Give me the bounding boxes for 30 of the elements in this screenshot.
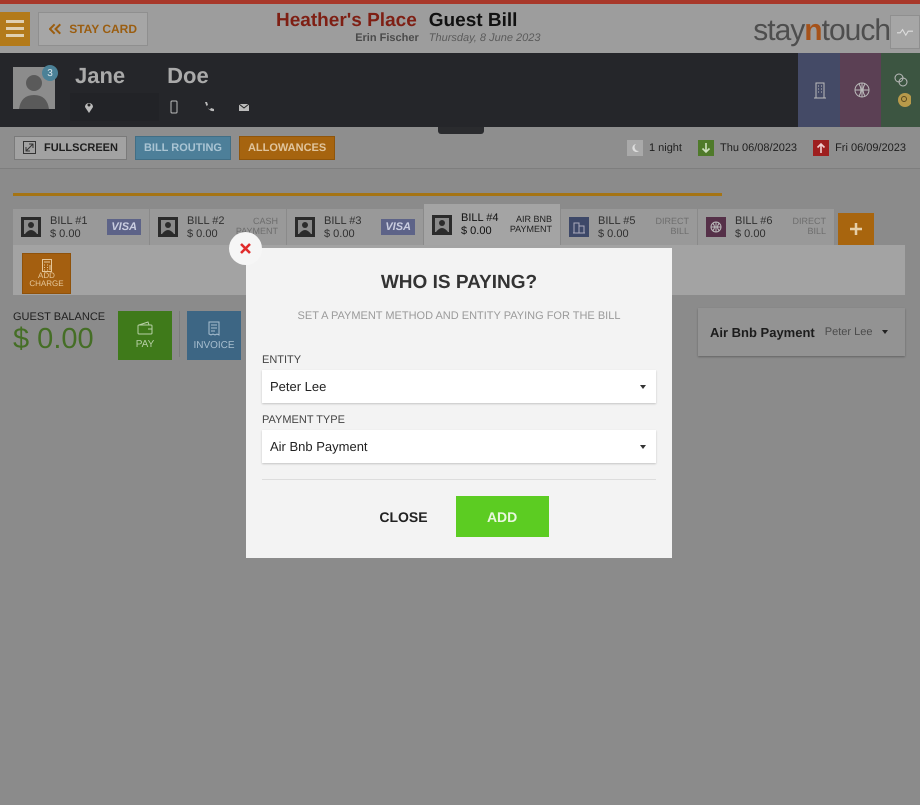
bill-tab[interactable]: BILL #4 $ 0.00 AIR BNB PAYMENT (424, 204, 561, 245)
field-label: PAYMENT TYPE (262, 414, 346, 426)
dialog-subtitle: SET A PAYMENT METHOD AND ENTITY PAYING FOR THE BILL (296, 310, 622, 322)
count-badge: 3 (42, 65, 58, 81)
stay-date-text: 1 night (648, 142, 682, 154)
stay-date-text: Fri 06/09/2023 (835, 142, 906, 154)
close-button[interactable]: CLOSE (369, 502, 438, 530)
payer-dropdown[interactable]: Air Bnb Payment Peter Lee (698, 308, 905, 356)
balance-label: GUEST BALANCE (13, 311, 106, 323)
user-name: Erin Fischer (354, 32, 420, 44)
field-label: ENTITY (262, 354, 302, 366)
invoice-button[interactable]: INVOICE (187, 311, 241, 360)
fullscreen-button[interactable]: FULLSCREEN (14, 136, 127, 160)
pay-button[interactable]: PAY (118, 311, 172, 360)
stay-date-text: Thu 06/08/2023 (720, 142, 798, 154)
logo: stayntouch (753, 14, 890, 48)
page-title: Guest Bill (428, 10, 518, 32)
hotel-name: Heather's Place (276, 10, 418, 32)
bill-tab[interactable]: BILL #3 $ 0.00 VISA (287, 209, 424, 245)
dialog-title: WHO IS PAYING? (380, 272, 538, 294)
bill-routing-button[interactable]: BILL ROUTING (134, 136, 231, 160)
select-field[interactable]: Air Bnb Payment (262, 430, 656, 463)
first-name: Jane (75, 63, 126, 89)
balance-amount: $ 0.00 (13, 323, 95, 356)
last-name: Doe (167, 63, 209, 89)
date-text: Thursday, 8 June 2023 (428, 32, 540, 44)
select-field[interactable]: Peter Lee (262, 370, 656, 403)
allowances-button[interactable]: ALLOWANCES (238, 136, 336, 160)
add-charge-button[interactable]: ADD CHARGE (22, 253, 71, 294)
bill-tab[interactable]: BILL #1 $ 0.00 VISA (13, 209, 150, 245)
